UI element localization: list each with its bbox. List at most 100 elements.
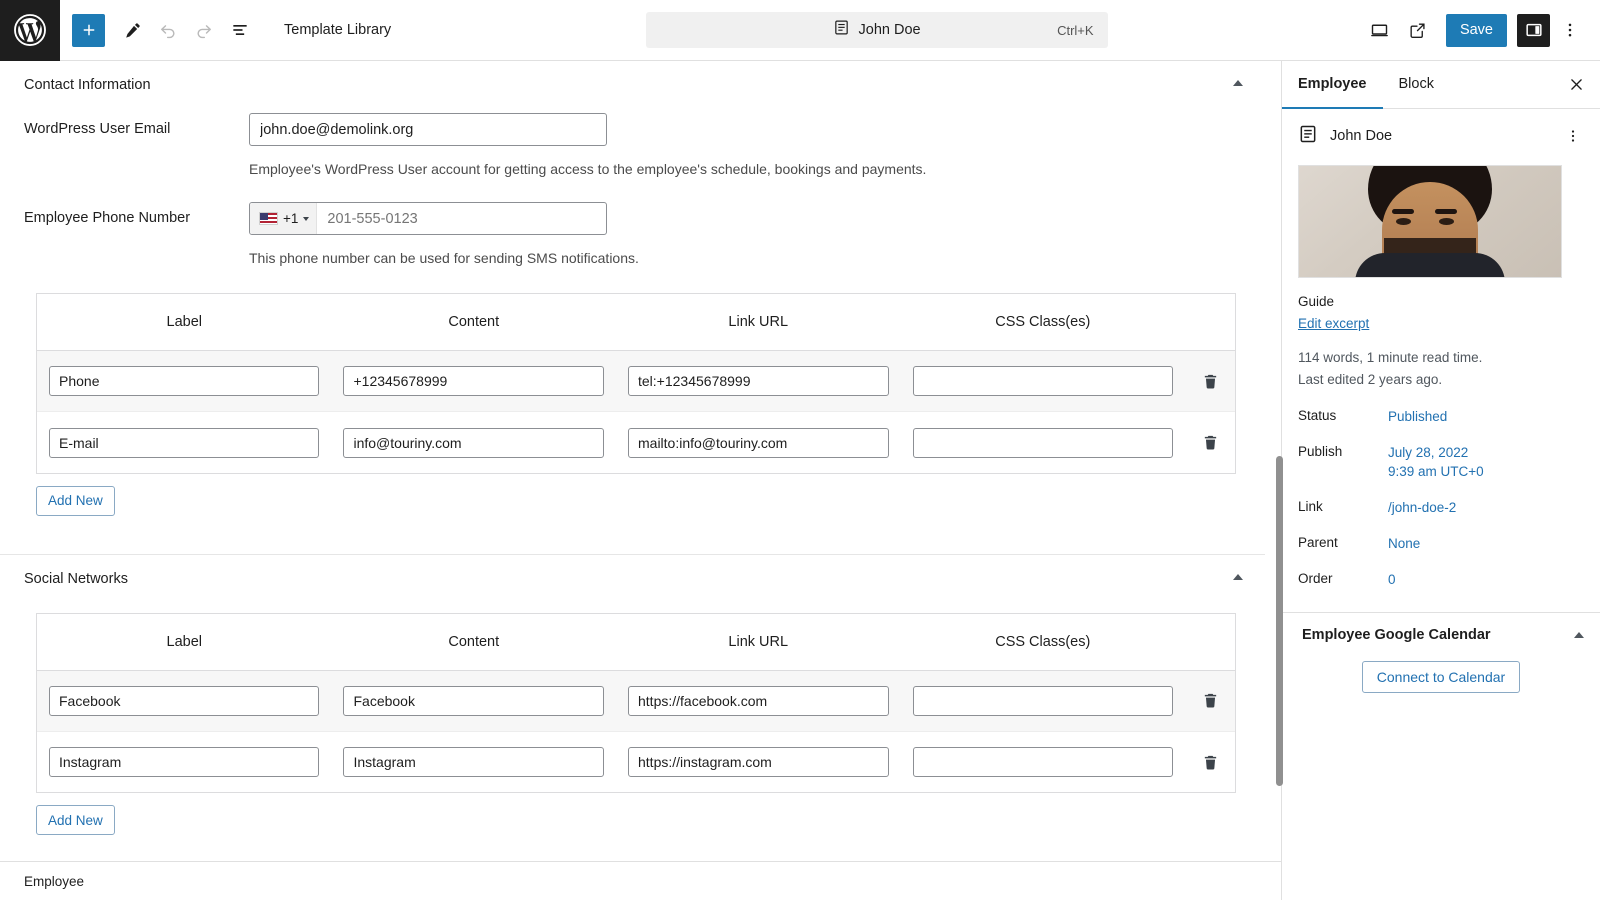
add-block-button[interactable]: [72, 13, 105, 47]
edit-tool-button[interactable]: [114, 12, 150, 48]
meta-value-order[interactable]: 0: [1388, 571, 1396, 589]
contact-section-collapse-icon[interactable]: [1233, 80, 1243, 86]
template-library-label: Template Library: [284, 22, 392, 38]
document-icon: [833, 19, 850, 41]
row-css-input[interactable]: [912, 366, 1174, 397]
editor-canvas: Contact Information WordPress User Email…: [0, 61, 1281, 861]
contact-repeater-table: Label Content Link URL CSS Class(es): [36, 293, 1236, 474]
sidebar-scroll-thumb[interactable]: [1276, 456, 1283, 786]
contact-add-new-button[interactable]: Add New: [36, 485, 115, 516]
featured-image[interactable]: [1298, 165, 1562, 278]
tab-employee[interactable]: Employee: [1282, 61, 1383, 109]
us-flag-icon: [259, 212, 278, 226]
column-header-label: Label: [37, 613, 332, 671]
command-palette-shortcut: Ctrl+K: [1057, 22, 1094, 38]
meta-key-parent: Parent: [1298, 535, 1338, 551]
employee-phone-number-col: +1 This phone number can be used for sen…: [249, 202, 1265, 267]
row-css-input[interactable]: [912, 685, 1174, 716]
row-link-input[interactable]: [628, 366, 889, 397]
row-content-input[interactable]: [343, 747, 604, 778]
trash-icon[interactable]: [1185, 433, 1235, 452]
contact-table-header-row: Label Content Link URL CSS Class(es): [37, 294, 1235, 352]
undo-arrow-icon[interactable]: [150, 12, 186, 48]
country-dial-code: +1: [283, 211, 299, 227]
wordpress-user-email-label: WordPress User Email: [24, 121, 171, 137]
breadcrumb-bar: Employee: [0, 861, 1281, 900]
trash-icon[interactable]: [1185, 753, 1235, 772]
wordpress-logo-icon[interactable]: [0, 0, 60, 61]
row-label-input[interactable]: [49, 747, 320, 778]
social-networks-section: Social Networks Label Content Link URL C…: [0, 555, 1265, 836]
trash-icon[interactable]: [1185, 372, 1235, 391]
meta-row-link: Link /john-doe-2: [1298, 499, 1584, 517]
row-content-input[interactable]: [343, 685, 604, 716]
last-edited-text: Last edited 2 years ago.: [1298, 371, 1443, 387]
meta-key-status: Status: [1298, 408, 1337, 424]
social-section-title: Social Networks: [24, 570, 128, 587]
table-row: [37, 670, 1235, 732]
employee-phone-number-input[interactable]: [317, 203, 606, 235]
save-button[interactable]: Save: [1445, 13, 1507, 47]
list-view-icon[interactable]: [222, 12, 258, 48]
table-row: [37, 411, 1235, 473]
row-label-input[interactable]: [49, 366, 320, 397]
toolbar-left-group: Template Library: [60, 12, 391, 48]
contact-table-head: Label Content Link URL CSS Class(es): [37, 294, 1235, 352]
editor-toolbar: Template Library John Doe Ctrl+K Save: [0, 0, 1600, 61]
command-palette-button[interactable]: John Doe Ctrl+K: [645, 12, 1108, 48]
column-header-content: Content: [331, 613, 616, 671]
external-link-icon[interactable]: [1400, 12, 1436, 48]
meta-key-order: Order: [1298, 571, 1333, 587]
close-icon[interactable]: [1552, 61, 1600, 108]
meta-row-order: Order 0: [1298, 571, 1584, 589]
trash-icon[interactable]: [1185, 691, 1235, 710]
row-css-input[interactable]: [912, 427, 1174, 458]
contact-table: Label Content Link URL CSS Class(es): [37, 294, 1235, 473]
sidebar-toggle-icon[interactable]: [1517, 13, 1550, 47]
redo-arrow-icon[interactable]: [186, 12, 222, 48]
column-header-link: Link URL: [616, 613, 901, 671]
row-content-input[interactable]: [343, 427, 604, 458]
google-calendar-collapse-icon[interactable]: [1574, 631, 1584, 638]
column-header-content: Content: [331, 294, 616, 352]
breadcrumb[interactable]: Employee: [24, 874, 84, 889]
edit-excerpt-link[interactable]: Edit excerpt: [1298, 316, 1369, 331]
row-css-input[interactable]: [912, 747, 1174, 778]
contact-table-body: [37, 350, 1235, 473]
google-calendar-panel-header[interactable]: Employee Google Calendar: [1282, 613, 1600, 655]
editor-canvas-content: Contact Information WordPress User Email…: [0, 61, 1265, 836]
meta-key-publish: Publish: [1298, 444, 1343, 460]
social-section-collapse-icon[interactable]: [1233, 573, 1243, 580]
employee-phone-number-field: +1: [249, 202, 607, 236]
desktop-preview-icon[interactable]: [1362, 12, 1398, 48]
social-section-header: Social Networks: [0, 555, 1265, 599]
meta-value-link[interactable]: /john-doe-2: [1388, 499, 1456, 517]
kebab-menu-icon[interactable]: [1552, 12, 1588, 48]
meta-value-parent[interactable]: None: [1388, 535, 1420, 553]
connect-to-calendar-button[interactable]: Connect to Calendar: [1361, 660, 1521, 693]
meta-row-parent: Parent None: [1298, 535, 1584, 553]
command-palette-inner: John Doe: [646, 19, 1108, 41]
kebab-menu-icon[interactable]: [1560, 123, 1586, 149]
row-content-input[interactable]: [343, 366, 604, 397]
toolbar-right-group: Save: [1362, 12, 1600, 48]
row-link-input[interactable]: [628, 685, 889, 716]
social-repeater-table: Label Content Link URL CSS Class(es): [36, 612, 1236, 794]
employee-phone-number-help: This phone number can be used for sendin…: [249, 250, 639, 267]
row-label-input[interactable]: [49, 685, 320, 716]
meta-value-status[interactable]: Published: [1388, 408, 1447, 426]
meta-value-publish[interactable]: July 28, 2022 9:39 am UTC+0: [1388, 444, 1484, 480]
row-link-input[interactable]: [628, 747, 889, 778]
row-label-input[interactable]: [49, 427, 320, 458]
command-palette-title: John Doe: [858, 22, 921, 38]
wordpress-user-email-col: Employee's WordPress User account for ge…: [249, 113, 1265, 178]
tab-block[interactable]: Block: [1383, 61, 1450, 109]
wordpress-user-email-input[interactable]: [249, 113, 607, 146]
employee-phone-number-row: Employee Phone Number +1 This phone numb…: [0, 178, 1265, 267]
social-add-new-button[interactable]: Add New: [36, 805, 115, 836]
table-row: [37, 731, 1235, 793]
guide-label: Guide: [1298, 294, 1335, 309]
row-link-input[interactable]: [628, 427, 889, 458]
meta-key-link: Link: [1298, 498, 1323, 514]
country-code-selector[interactable]: +1: [250, 203, 318, 235]
